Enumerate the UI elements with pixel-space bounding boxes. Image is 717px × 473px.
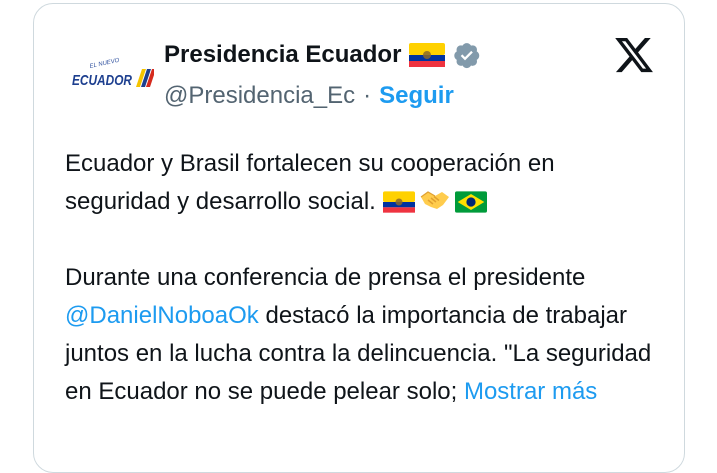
mention-link[interactable]: @DanielNoboaOk xyxy=(65,302,259,329)
show-more-link[interactable]: Mostrar más xyxy=(464,378,597,405)
display-name[interactable]: Presidencia Ecuador xyxy=(164,40,401,70)
verified-badge-icon[interactable] xyxy=(453,41,481,69)
x-logo-icon[interactable] xyxy=(612,34,656,76)
ecuador-flag-icon xyxy=(382,191,415,213)
paragraph-2-before: Durante una conferencia de prensa el pre… xyxy=(65,264,586,291)
avatar-small-text: EL NUEVO xyxy=(89,58,120,70)
tweet-paragraph-2: Durante una conferencia de prensa el pre… xyxy=(65,259,665,411)
tweet-card[interactable]: EL NUEVO ECUADOR Presidencia Ecuador @Pr… xyxy=(33,3,685,473)
follow-button[interactable]: Seguir xyxy=(379,81,454,111)
handshake-icon xyxy=(420,191,449,209)
tweet-paragraph-1: Ecuador y Brasil fortalecen su cooperaci… xyxy=(65,145,665,221)
avatar[interactable]: EL NUEVO ECUADOR xyxy=(70,50,154,100)
separator-dot: · xyxy=(363,82,372,109)
avatar-stripes xyxy=(136,69,154,87)
brazil-flag-icon xyxy=(454,191,487,213)
tweet-body: Ecuador y Brasil fortalecen su cooperaci… xyxy=(65,145,665,411)
avatar-logo-text: ECUADOR xyxy=(72,72,132,89)
user-handle[interactable]: @Presidencia_Ec xyxy=(164,81,355,111)
ecuador-flag-icon xyxy=(409,43,446,67)
